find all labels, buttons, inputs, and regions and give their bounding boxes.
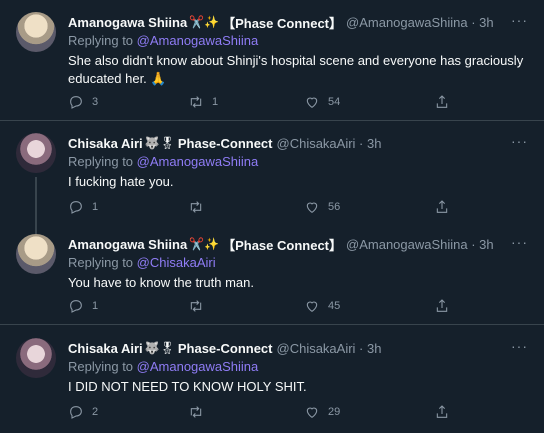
reply-count: 1 — [92, 201, 99, 213]
reply-icon — [70, 96, 82, 109]
tweet[interactable]: Amanogawa Shiina ✂️✨ 【Phase Connect】 @Am… — [0, 224, 544, 325]
reply-icon — [70, 406, 82, 419]
name-emoji: 🐺🎖 — [144, 341, 175, 355]
share-button[interactable] — [434, 298, 450, 314]
replying-to-link[interactable]: @ChisakaAiri — [137, 255, 216, 270]
tweet-header: Amanogawa Shiina ✂️✨ 【Phase Connect】 @Am… — [68, 234, 528, 254]
reply-count: 1 — [92, 300, 99, 312]
reply-count: 3 — [92, 96, 99, 108]
retweet-count: 1 — [212, 96, 219, 108]
retweet-button[interactable]: 1 — [188, 94, 304, 110]
reply-icon — [70, 201, 82, 214]
like-count: 56 — [328, 201, 341, 213]
name-emoji: 🐺🎖 — [144, 136, 175, 150]
replying-to: Replying to @AmanogawaShiina — [68, 154, 259, 169]
reply-button[interactable]: 3 — [68, 94, 188, 110]
reply-button[interactable]: 1 — [68, 199, 188, 215]
tweet-header: Chisaka Airi 🐺🎖 Phase-Connect @ChisakaAi… — [68, 133, 528, 153]
handle-time[interactable]: @AmanogawaShiina · 3h — [346, 237, 494, 252]
avatar[interactable] — [16, 338, 56, 378]
reply-button[interactable]: 1 — [68, 298, 188, 314]
tweet[interactable]: Amanogawa Shiina ✂️✨ 【Phase Connect】 @Am… — [0, 0, 544, 121]
tweet-text: You have to know the truth man. — [68, 275, 254, 290]
display-name[interactable]: Chisaka Airi — [68, 136, 143, 151]
thread-line — [35, 224, 37, 234]
retweet-button[interactable] — [188, 298, 304, 314]
more-icon[interactable]: ··· — [511, 12, 528, 28]
retweet-button[interactable] — [188, 199, 304, 215]
reply-count: 2 — [92, 406, 99, 418]
affiliation: Phase-Connect — [177, 340, 273, 356]
retweet-icon — [190, 406, 202, 418]
retweet-icon — [190, 201, 202, 213]
share-icon — [436, 95, 448, 108]
handle-time[interactable]: @ChisakaAiri · 3h — [277, 136, 382, 151]
tweet-header: Amanogawa Shiina ✂️✨ 【Phase Connect】 @Am… — [68, 12, 528, 32]
more-icon[interactable]: ··· — [511, 234, 528, 250]
more-icon[interactable]: ··· — [511, 133, 528, 149]
tweet-text: I DID NOT NEED TO KNOW HOLY SHIT. — [68, 379, 307, 394]
like-count: 29 — [328, 406, 341, 418]
tweet-text: She also didn't know about Shinji's hosp… — [68, 53, 524, 86]
like-count: 45 — [328, 300, 341, 312]
affiliation: 【Phase Connect】 — [222, 15, 343, 31]
replying-to: Replying to @ChisakaAiri — [68, 255, 216, 270]
more-icon[interactable]: ··· — [511, 338, 528, 354]
share-button[interactable] — [434, 199, 450, 215]
replying-to-link[interactable]: @AmanogawaShiina — [137, 154, 259, 169]
share-icon — [436, 299, 448, 312]
affiliation: Phase-Connect — [177, 135, 273, 151]
tweet[interactable]: Chisaka Airi 🐺🎖 Phase-Connect @ChisakaAi… — [0, 121, 544, 224]
tweet-text: I fucking hate you. — [68, 174, 174, 189]
like-button[interactable]: 56 — [304, 199, 434, 215]
like-button[interactable]: 29 — [304, 404, 434, 420]
retweet-button[interactable] — [188, 404, 304, 420]
like-button[interactable]: 54 — [304, 94, 434, 110]
name-emoji: ✂️✨ — [189, 237, 220, 251]
handle-time[interactable]: @ChisakaAiri · 3h — [277, 341, 382, 356]
thread-line — [35, 177, 37, 224]
replying-to-link[interactable]: @AmanogawaShiina — [137, 359, 259, 374]
display-name[interactable]: Amanogawa Shiina — [68, 15, 187, 30]
share-icon — [436, 200, 448, 213]
like-icon — [306, 202, 318, 213]
display-name[interactable]: Chisaka Airi — [68, 341, 143, 356]
share-button[interactable] — [434, 404, 450, 420]
tweet[interactable]: Chisaka Airi 🐺🎖 Phase-Connect @ChisakaAi… — [0, 325, 544, 433]
name-emoji: ✂️✨ — [189, 15, 220, 29]
like-button[interactable]: 45 — [304, 298, 434, 314]
replying-to-link[interactable]: @AmanogawaShiina — [137, 33, 259, 48]
reply-button[interactable]: 2 — [68, 404, 188, 420]
reply-icon — [70, 300, 82, 313]
avatar[interactable] — [16, 12, 56, 52]
replying-to: Replying to @AmanogawaShiina — [68, 359, 259, 374]
like-icon — [306, 97, 318, 108]
retweet-icon — [190, 96, 202, 108]
retweet-icon — [190, 300, 202, 312]
affiliation: 【Phase Connect】 — [222, 237, 343, 253]
like-icon — [306, 407, 318, 418]
like-icon — [306, 301, 318, 312]
tweet-header: Chisaka Airi 🐺🎖 Phase-Connect @ChisakaAi… — [68, 338, 528, 358]
share-button[interactable] — [434, 94, 450, 110]
display-name[interactable]: Amanogawa Shiina — [68, 237, 187, 252]
share-icon — [436, 405, 448, 418]
like-count: 54 — [328, 96, 341, 108]
handle-time[interactable]: @AmanogawaShiina · 3h — [346, 15, 494, 30]
replying-to: Replying to @AmanogawaShiina — [68, 33, 259, 48]
avatar[interactable] — [16, 234, 56, 274]
avatar[interactable] — [16, 133, 56, 173]
